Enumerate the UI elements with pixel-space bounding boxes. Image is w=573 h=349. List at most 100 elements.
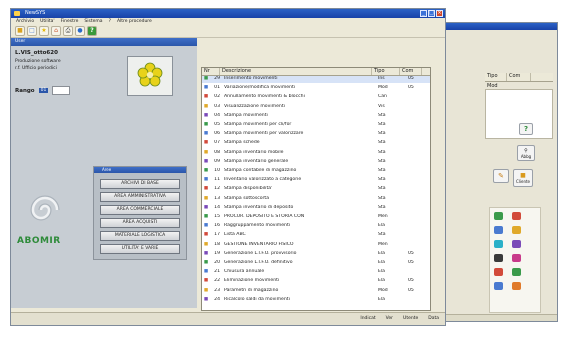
grid-icon-9[interactable] <box>494 268 503 276</box>
status-utente: Utente <box>403 316 419 321</box>
menu-item-altre[interactable]: Altre procedure <box>117 18 152 25</box>
area-utilita-e-varie-button[interactable]: UTILITA' E VARIE <box>100 244 180 254</box>
row-number: 19 <box>214 250 220 256</box>
list-item[interactable]: ■ 06 Stampa movimenti per valorizzare Sta <box>202 131 430 138</box>
list-item[interactable]: ■ 01 Variazione/modifica movimenti Mod 05 <box>202 85 430 92</box>
row-icon: ■ <box>203 158 209 164</box>
back-help-button[interactable]: ? <box>519 123 533 135</box>
list-item[interactable]: ■ 11 Inventario valorizzato a categorie Sta <box>202 177 430 184</box>
help-icon[interactable]: ? <box>87 26 97 36</box>
list-item[interactable]: ■ 16 Raggruppamento movimenti Ela <box>202 223 430 230</box>
col-descrizione[interactable]: Descrizione <box>220 68 372 75</box>
area-amministrativa-button[interactable]: AREA AMMINISTRATIVA <box>100 192 180 202</box>
list-item[interactable]: ■ 15 PROCUR. DEPOSITO E STORIA CON Men <box>202 214 430 221</box>
maximize-button[interactable]: □ <box>428 10 435 17</box>
row-description: PROCUR. DEPOSITO E STORIA CON <box>224 214 305 219</box>
area-acquisti-button[interactable]: AREA ACQUISTI <box>100 218 180 228</box>
back-edit-button[interactable]: ✎ <box>493 169 509 183</box>
row-type: Sta <box>378 112 386 118</box>
grid-icon-8[interactable] <box>512 254 521 262</box>
globe-icon[interactable]: ● <box>75 26 85 36</box>
col-tipo[interactable]: Tipo <box>372 68 400 75</box>
grid-icon-5[interactable] <box>494 240 503 248</box>
list-header: Nr Descrizione Tipo Com <box>202 68 430 76</box>
list-item[interactable]: ■ 07 Stampa schede Sta <box>202 140 430 147</box>
row-type: Sta <box>378 186 386 192</box>
row-description: Stampa sottoscorta <box>224 195 270 201</box>
row-description: Eliminazione movimenti <box>224 278 280 284</box>
row-description: Generazione L.I.F.O. provvisorio <box>224 250 297 256</box>
list-item[interactable]: ■ 24 Ricalcolo saldi da movimenti Ela <box>202 297 430 304</box>
grid-icon-2[interactable] <box>512 212 521 220</box>
list-item[interactable]: ■ 05 Stampa movimenti per cli/for Sta <box>202 122 430 129</box>
col-com[interactable]: Com <box>400 68 422 75</box>
grid-icon-10[interactable] <box>512 268 521 276</box>
list-item[interactable]: ■ 19 Generazione L.I.F.O. provvisorio Ela 05 <box>202 251 430 258</box>
row-type: Ins <box>378 76 385 81</box>
close-button[interactable]: × <box>436 10 443 17</box>
grid-icon-6[interactable] <box>512 240 521 248</box>
back-col-com[interactable]: Com <box>507 73 531 81</box>
home-icon[interactable]: ⌂ <box>51 26 61 36</box>
list-item[interactable]: ■ 08 Stampa inventario mobile Sta <box>202 150 430 157</box>
new-document-icon[interactable]: □ <box>27 26 37 36</box>
status-ver: Ver <box>385 316 394 321</box>
rank-input[interactable] <box>52 86 71 95</box>
row-icon: ■ <box>203 112 209 118</box>
grid-icon-3[interactable] <box>494 226 503 234</box>
col-nr[interactable]: Nr <box>202 68 220 75</box>
back-col-tipo[interactable]: Tipo <box>485 73 507 81</box>
menu-item-help[interactable]: ? <box>109 18 111 25</box>
list-item[interactable]: ■ 03 Visualizzazione movimenti Vis <box>202 104 430 111</box>
row-number: 04 <box>214 112 220 118</box>
logo-text: ABOMIR <box>17 236 61 246</box>
back-abbg-button[interactable]: ⚲ Abbg <box>517 145 535 161</box>
back-cliente-button[interactable]: ■ Cliente <box>513 169 533 187</box>
menu-item-finestre[interactable]: Finestre <box>61 18 79 25</box>
minimize-button[interactable]: _ <box>420 10 427 17</box>
user-line-2: Produzione software <box>15 59 61 64</box>
open-folder-icon[interactable]: ■ <box>15 26 25 36</box>
row-com: 05 <box>408 76 414 81</box>
grid-icon-11[interactable] <box>494 282 503 290</box>
row-icon: ■ <box>203 204 209 210</box>
area-archivi-di-base-button[interactable]: ARCHIVI DI BASE <box>100 179 180 189</box>
row-icon: ■ <box>203 232 209 238</box>
row-description: Stampa movimenti per valorizzare <box>224 131 304 137</box>
list-item[interactable]: ■ 18 GESTIONE INVENTARIO FISICO Men <box>202 242 430 249</box>
list-item[interactable]: ■ 29 Inserimento movimenti Ins 05 <box>202 76 430 83</box>
row-icon: ■ <box>203 260 209 265</box>
row-icon: ■ <box>203 287 209 293</box>
list-item[interactable]: ■ 17 Lista ABC Sta <box>202 232 430 239</box>
list-item[interactable]: ■ 23 Parametri di magazzino Mod 05 <box>202 288 430 295</box>
list-item[interactable]: ■ 04 Stampa movimenti Sta <box>202 113 430 120</box>
list-item[interactable]: ■ 02 Annullamento movimenti & blocchi Can <box>202 94 430 101</box>
pencil-icon: ✎ <box>498 172 504 180</box>
area-materiale-logistica-button[interactable]: MATERIALE LOGISTICA <box>100 231 180 241</box>
menu-item-archivio[interactable]: Archivio <box>16 18 34 25</box>
list-item[interactable]: ■ 09 Stampa inventario generale Sta <box>202 159 430 166</box>
list-item[interactable]: ■ 20 Generazione L.I.F.O. definitivo Ela 05 <box>202 260 430 267</box>
row-icon: ■ <box>203 241 209 247</box>
list-item[interactable]: ■ 10 Stampa contabile di magazzino Sta <box>202 168 430 175</box>
star-icon[interactable]: ★ <box>39 26 49 36</box>
area-commerciale-button[interactable]: AREA COMMERCIALE <box>100 205 180 215</box>
grid-icon-12[interactable] <box>512 282 521 290</box>
row-icon: ■ <box>203 223 209 229</box>
list-item[interactable]: ■ 22 Eliminazione movimenti Ela 05 <box>202 278 430 285</box>
grid-icon-4[interactable] <box>512 226 521 234</box>
list-item[interactable]: ■ 21 Chiusura annuale Ela <box>202 269 430 276</box>
grid-icon-1[interactable] <box>494 212 503 220</box>
grid-icon-7[interactable] <box>494 254 503 262</box>
row-com: 05 <box>408 260 414 265</box>
list-item[interactable]: ■ 13 Stampa sottoscorta Sta <box>202 196 430 203</box>
row-description: Stampa movimenti per cli/for <box>224 122 292 127</box>
menu-item-utilita[interactable]: Utilita' <box>40 18 55 25</box>
menu-item-sistema[interactable]: Sistema <box>84 18 102 25</box>
print-icon[interactable]: ⎙ <box>63 26 73 36</box>
row-description: Stampa inventario mobile <box>224 149 284 155</box>
list-item[interactable]: ■ 14 Stampa inventario di deposito Sta <box>202 205 430 212</box>
list-item[interactable]: ■ 12 Stampa disponibilita' Sta <box>202 186 430 193</box>
row-description: Stampa inventario di deposito <box>224 204 294 210</box>
row-description: Generazione L.I.F.O. definitivo <box>224 260 293 265</box>
